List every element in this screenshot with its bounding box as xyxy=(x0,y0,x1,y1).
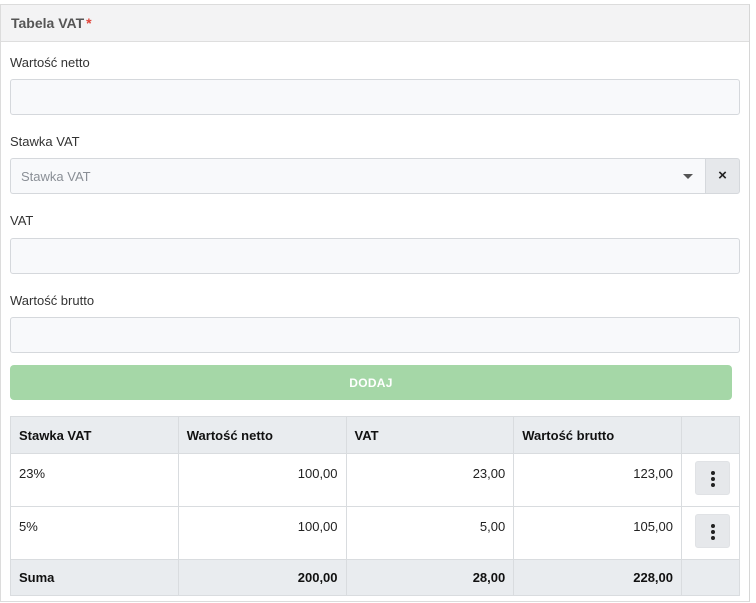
sum-vat: 28,00 xyxy=(345,559,515,596)
header-vat-rate: Stawka VAT xyxy=(10,416,179,454)
add-button[interactable]: DODAJ xyxy=(10,365,732,400)
required-mark: * xyxy=(86,15,92,31)
caret-down-icon xyxy=(683,174,693,179)
vat-rate-placeholder: Stawka VAT xyxy=(21,169,91,184)
header-gross-value: Wartość brutto xyxy=(513,416,682,454)
panel-title-text: Tabela VAT xyxy=(11,15,85,31)
gross-value-label: Wartość brutto xyxy=(10,293,95,308)
cell-gross-value: 105,00 xyxy=(513,506,682,560)
table-header-row: Stawka VAT Wartość netto VAT Wartość bru… xyxy=(10,416,740,454)
cell-vat-rate: 23% xyxy=(10,453,179,507)
vat-input[interactable] xyxy=(10,238,740,274)
row-menu-button[interactable] xyxy=(694,461,730,495)
cell-vat: 5,00 xyxy=(345,506,515,560)
cell-vat-rate: 5% xyxy=(10,506,179,560)
panel-header: Tabela VAT * xyxy=(1,5,749,42)
vat-rate-clear-button[interactable]: × xyxy=(705,158,740,194)
vat-rate-label: Stawka VAT xyxy=(10,134,80,149)
sum-gross-value: 228,00 xyxy=(513,559,682,596)
close-icon: × xyxy=(718,167,727,184)
panel-title: Tabela VAT * xyxy=(11,15,92,31)
vat-table: Stawka VAT Wartość netto VAT Wartość bru… xyxy=(10,416,740,596)
cell-net-value: 100,00 xyxy=(177,506,347,560)
sum-row: Suma 200,00 28,00 228,00 xyxy=(10,559,740,596)
cell-gross-value: 123,00 xyxy=(513,453,682,507)
sum-label: Suma xyxy=(10,559,179,596)
sum-net-value: 200,00 xyxy=(177,559,347,596)
header-vat: VAT xyxy=(345,416,515,454)
header-net-value: Wartość netto xyxy=(177,416,347,454)
vat-rate-select[interactable]: Stawka VAT xyxy=(10,158,705,194)
sum-actions-cell xyxy=(681,559,740,596)
cell-net-value: 100,00 xyxy=(177,453,347,507)
table-row: 5% 100,00 5,00 105,00 xyxy=(10,506,740,560)
cell-vat: 23,00 xyxy=(345,453,515,507)
cell-actions xyxy=(681,506,740,560)
table-row: 23% 100,00 23,00 123,00 xyxy=(10,453,740,507)
net-value-input[interactable] xyxy=(10,79,740,115)
vat-label: VAT xyxy=(10,213,34,228)
row-menu-button[interactable] xyxy=(694,514,730,548)
cell-actions xyxy=(681,453,740,507)
net-value-label: Wartość netto xyxy=(10,55,90,70)
gross-value-input[interactable] xyxy=(10,317,740,353)
header-actions xyxy=(681,416,740,454)
